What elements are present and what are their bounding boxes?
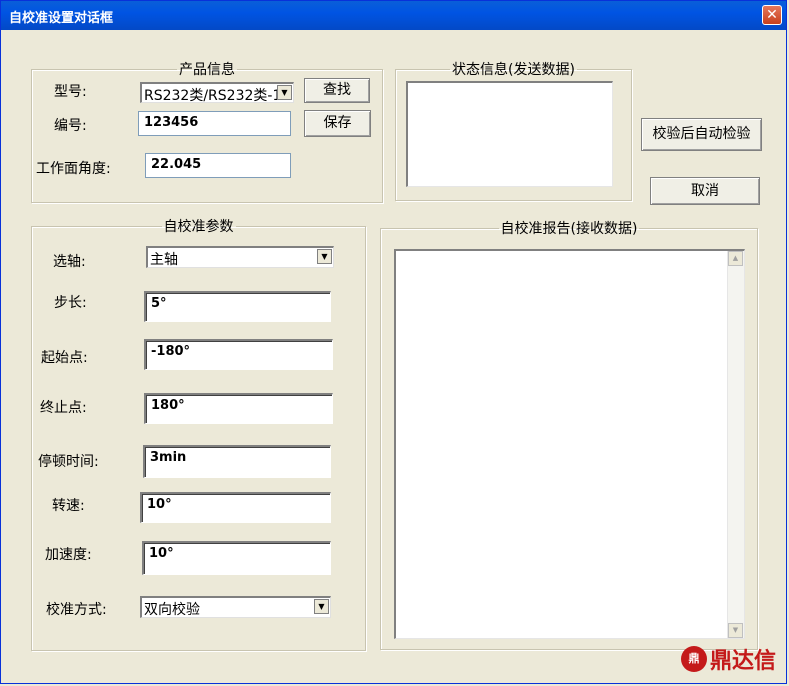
window-title: 自校准设置对话框 — [9, 11, 114, 26]
chevron-down-icon[interactable]: ▼ — [277, 85, 292, 100]
calibration-report-legend: 自校准报告(接收数据) — [500, 221, 638, 237]
speed-field[interactable]: 10° — [140, 492, 331, 523]
auto-verify-button[interactable]: 校验后自动检验 — [641, 118, 762, 151]
status-info-legend: 状态信息(发送数据) — [452, 62, 575, 78]
close-button[interactable]: ✕ — [762, 5, 782, 25]
serial-field[interactable]: 123456 — [138, 111, 291, 136]
mode-dropdown-value: 双向校验 — [144, 602, 200, 618]
chevron-down-icon[interactable]: ▼ — [314, 599, 329, 614]
mode-dropdown[interactable]: 双向校验 ▼ — [140, 596, 331, 618]
accel-field[interactable]: 10° — [142, 541, 331, 575]
product-info-legend: 产品信息 — [179, 62, 235, 78]
end-field[interactable]: 180° — [144, 393, 333, 424]
accel-label: 加速度: — [45, 547, 92, 563]
axis-dropdown-value: 主轴 — [150, 252, 178, 268]
brand-logo-text: 鼎达信 — [709, 649, 776, 674]
pause-label: 停顿时间: — [38, 454, 99, 470]
serial-label: 编号: — [54, 118, 87, 134]
start-field[interactable]: -180° — [144, 339, 333, 370]
model-dropdown[interactable]: RS232类/RS232类-1 ▼ — [140, 82, 294, 104]
find-button[interactable]: 查找 — [304, 78, 370, 103]
angle-field[interactable]: 22.045 — [145, 153, 291, 178]
chevron-down-icon[interactable]: ▼ — [317, 249, 332, 264]
title-bar[interactable]: 自校准设置对话框 ✕ — [1, 1, 786, 30]
step-field[interactable]: 5° — [144, 291, 331, 322]
save-button[interactable]: 保存 — [304, 110, 371, 137]
calibration-params-group: 自校准参数 — [31, 216, 366, 651]
model-label: 型号: — [54, 84, 87, 100]
start-label: 起始点: — [41, 350, 88, 366]
brand-logo: 鼎 鼎达信 — [680, 643, 776, 675]
end-label: 终止点: — [40, 400, 87, 416]
speed-label: 转速: — [52, 498, 85, 514]
dialog-window: 自校准设置对话框 ✕ 产品信息 型号: RS232类/RS232类-1 ▼ 查找… — [0, 0, 787, 684]
step-label: 步长: — [54, 295, 87, 311]
mode-label: 校准方式: — [46, 602, 107, 618]
status-text-area[interactable] — [406, 81, 613, 187]
angle-label: 工作面角度: — [36, 161, 111, 177]
report-text-area[interactable]: ▲ ▼ — [394, 249, 745, 639]
cancel-button[interactable]: 取消 — [650, 177, 760, 205]
calibration-params-legend: 自校准参数 — [163, 219, 234, 235]
axis-dropdown[interactable]: 主轴 ▼ — [146, 246, 334, 268]
scroll-up-icon[interactable]: ▲ — [728, 251, 743, 266]
axis-label: 选轴: — [53, 254, 86, 270]
model-dropdown-value: RS232类/RS232类-1 — [144, 88, 278, 104]
report-scrollbar[interactable]: ▲ ▼ — [727, 251, 744, 638]
pause-field[interactable]: 3min — [143, 445, 331, 478]
scroll-down-icon[interactable]: ▼ — [728, 623, 743, 638]
brand-logo-icon: 鼎 — [680, 646, 707, 672]
